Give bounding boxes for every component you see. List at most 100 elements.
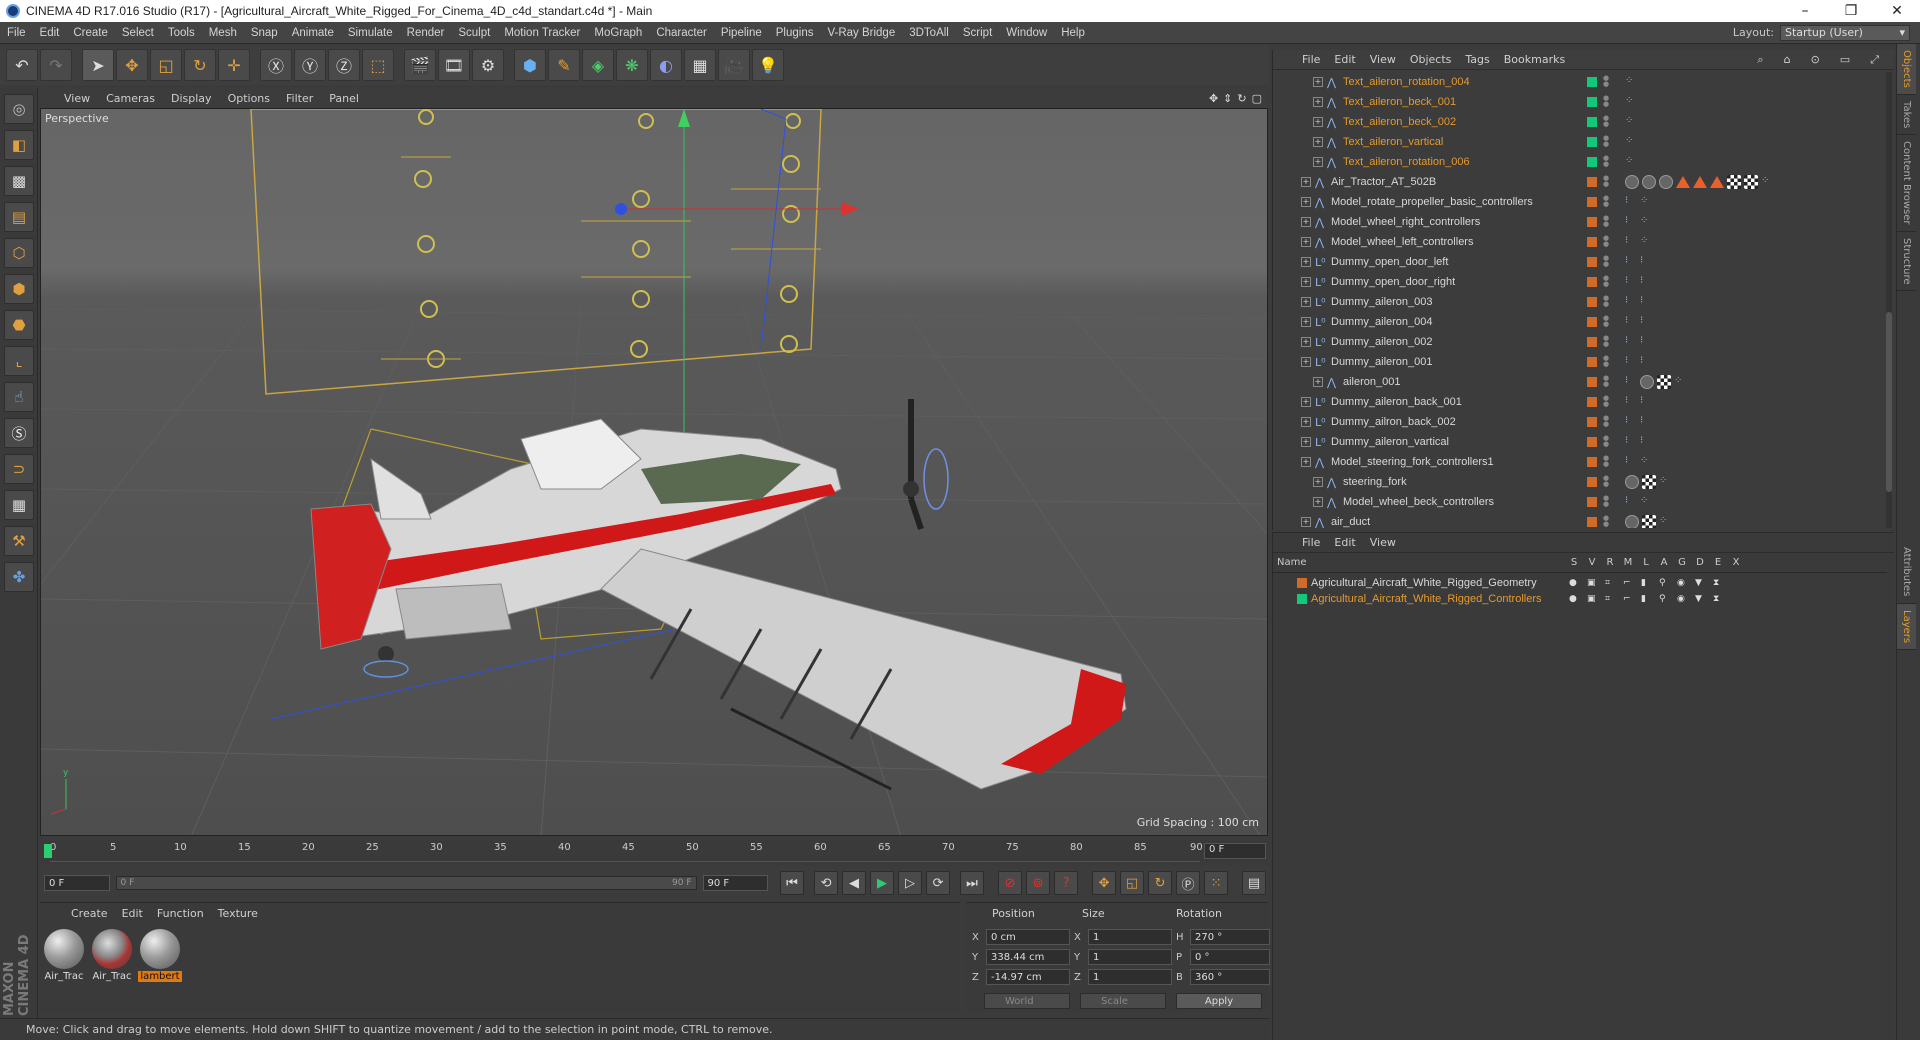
expand-icon[interactable]: ⤢ bbox=[1863, 53, 1886, 67]
expand-toggle-icon[interactable]: + bbox=[1301, 177, 1311, 187]
constraint-tag-icon[interactable]: ⁝ bbox=[1640, 295, 1652, 309]
visibility-dots-icon[interactable]: ● ● bbox=[1603, 515, 1609, 528]
object-row[interactable]: + ⋀ Model_wheel_beck_controllers ● ● ⁝ ⁘ bbox=[1273, 492, 1887, 512]
expand-toggle-icon[interactable]: + bbox=[1301, 397, 1311, 407]
perspective-viewport[interactable]: y Perspective Grid Spacing : 100 cm bbox=[40, 108, 1268, 836]
layer-toggle-icon[interactable]: ⧗ bbox=[1713, 578, 1719, 588]
layer-color-swatch[interactable] bbox=[1587, 177, 1597, 187]
workplane-mode-icon[interactable]: ▤ bbox=[4, 202, 34, 232]
make-editable-icon[interactable]: ◎ bbox=[4, 94, 34, 124]
constraint-tag-icon[interactable]: ⁝ bbox=[1625, 495, 1637, 509]
edges-mode-icon[interactable]: ⬢ bbox=[4, 274, 34, 304]
layer-color-swatch[interactable] bbox=[1587, 157, 1597, 167]
om-menu-objects[interactable]: Objects bbox=[1403, 53, 1459, 66]
menu-pipeline[interactable]: Pipeline bbox=[714, 27, 769, 39]
position-x-field[interactable]: 0 cm bbox=[986, 929, 1070, 945]
texture-tag-icon[interactable] bbox=[1744, 175, 1758, 189]
viewport-menu-cameras[interactable]: Cameras bbox=[98, 92, 163, 105]
expand-toggle-icon[interactable]: + bbox=[1313, 477, 1323, 487]
object-row[interactable]: + ⋀ Text_aileron_beck_002 ● ● ⁘ bbox=[1273, 112, 1887, 132]
material-slot[interactable]: lambert bbox=[138, 929, 182, 982]
menu-tools[interactable]: Tools bbox=[161, 27, 202, 39]
layer-row[interactable]: Agricultural_Aircraft_White_Rigged_Contr… bbox=[1273, 591, 1887, 607]
visibility-dots-icon[interactable]: ● ● bbox=[1603, 275, 1609, 289]
layer-toggle-icon[interactable]: ▣ bbox=[1587, 578, 1596, 588]
texture-tag-icon[interactable] bbox=[1727, 175, 1741, 189]
object-row[interactable]: + L⁰ Dummy_aileron_vartical ● ● ⁝ ⁝ bbox=[1273, 432, 1887, 452]
zoom-icon[interactable]: ⇕ bbox=[1223, 92, 1232, 105]
previous-frame-button[interactable]: ◀ bbox=[842, 871, 867, 895]
om-menu-view[interactable]: View bbox=[1363, 53, 1403, 66]
rotate-tool-button[interactable]: ↻ bbox=[184, 49, 216, 81]
expresso-tag-icon[interactable] bbox=[1625, 475, 1639, 489]
layer-color-swatch[interactable] bbox=[1587, 257, 1597, 267]
object-row[interactable]: + L⁰ Dummy_aileron_002 ● ● ⁝ ⁝ bbox=[1273, 332, 1887, 352]
constraint-tag-icon[interactable]: ⁝ bbox=[1625, 315, 1637, 329]
layer-color-swatch[interactable] bbox=[1587, 117, 1597, 127]
menu-file[interactable]: File bbox=[0, 27, 33, 39]
tab-layers[interactable]: Layers bbox=[1897, 603, 1916, 650]
tweak-mode-icon[interactable]: ☝ bbox=[4, 382, 34, 412]
constraint-tag-icon[interactable]: ⁝ bbox=[1625, 435, 1637, 449]
z-axis-button[interactable]: Ⓩ bbox=[328, 49, 360, 81]
model-mode-icon[interactable]: ◧ bbox=[4, 130, 34, 160]
expresso-tag-icon[interactable] bbox=[1625, 175, 1639, 189]
apply-button[interactable]: Apply bbox=[1176, 993, 1262, 1009]
constraint-tag-icon[interactable]: ⁝ bbox=[1625, 335, 1637, 349]
phong-tag-icon[interactable] bbox=[1693, 176, 1707, 188]
axis-mode-icon[interactable]: ⌞ bbox=[4, 346, 34, 376]
playhead-marker[interactable] bbox=[44, 844, 52, 858]
material-slot[interactable]: Air_Trac bbox=[42, 929, 86, 982]
layer-color-swatch[interactable] bbox=[1587, 517, 1597, 527]
layer-color-swatch[interactable] bbox=[1587, 77, 1597, 87]
constraint-tag-icon[interactable]: ⁝ bbox=[1625, 395, 1637, 409]
ik-tag-icon[interactable]: ⁘ bbox=[1640, 195, 1650, 209]
expand-toggle-icon[interactable]: + bbox=[1301, 197, 1311, 207]
visibility-dots-icon[interactable]: ● ● bbox=[1603, 215, 1609, 229]
end-frame-field[interactable]: 90 F bbox=[702, 875, 769, 891]
size-z-field[interactable]: 1 bbox=[1088, 969, 1172, 985]
autokey-button[interactable]: ⊚ bbox=[1026, 871, 1051, 895]
workplane-lock-icon[interactable]: ⚒ bbox=[4, 526, 34, 556]
object-row[interactable]: + ⋀ Model_steering_fork_controllers1 ● ● ⁝ ⁘ bbox=[1273, 452, 1887, 472]
coordinate-system-button[interactable]: ⬚ bbox=[362, 49, 394, 81]
constraint-tag-icon[interactable]: ⁝ bbox=[1640, 435, 1652, 449]
scrollbar-thumb[interactable] bbox=[1886, 312, 1892, 492]
object-row[interactable]: + L⁰ Dummy_ailron_back_002 ● ● ⁝ ⁝ bbox=[1273, 412, 1887, 432]
object-row[interactable]: + ⋀ Model_rotate_propeller_basic_controlle… bbox=[1273, 192, 1887, 212]
timeline-button[interactable]: ▤ bbox=[1242, 871, 1267, 895]
record-scale-button[interactable]: ◱ bbox=[1120, 871, 1145, 895]
grid-snap-icon[interactable]: ▦ bbox=[4, 490, 34, 520]
menu-window[interactable]: Window bbox=[999, 27, 1054, 39]
select-tool-button[interactable]: ➤ bbox=[82, 49, 114, 81]
y-axis-button[interactable]: Ⓨ bbox=[294, 49, 326, 81]
expand-toggle-icon[interactable]: + bbox=[1301, 357, 1311, 367]
visibility-dots-icon[interactable]: ● ● bbox=[1603, 435, 1609, 449]
constraint-tag-icon[interactable]: ⁝ bbox=[1625, 415, 1637, 429]
live-selection-button[interactable]: ✛ bbox=[218, 49, 250, 81]
magnet-icon[interactable]: ⊃ bbox=[4, 454, 34, 484]
layer-color-swatch[interactable] bbox=[1587, 457, 1597, 467]
tab-content-browser[interactable]: Content Browser bbox=[1897, 135, 1916, 232]
layer-toggle-icon[interactable]: ▼ bbox=[1695, 594, 1702, 604]
visibility-dots-icon[interactable]: ● ● bbox=[1603, 255, 1609, 269]
visibility-dots-icon[interactable]: ● ● bbox=[1603, 475, 1609, 489]
array-button[interactable]: ❋ bbox=[616, 49, 648, 81]
expand-toggle-icon[interactable]: + bbox=[1301, 237, 1311, 247]
expand-toggle-icon[interactable]: + bbox=[1313, 97, 1323, 107]
visibility-dots-icon[interactable]: ● ● bbox=[1603, 95, 1609, 109]
constraint-tag-icon[interactable]: ⁝ bbox=[1640, 335, 1652, 349]
menu-motion-tracker[interactable]: Motion Tracker bbox=[497, 27, 587, 39]
expand-toggle-icon[interactable]: + bbox=[1313, 77, 1323, 87]
go-to-start-button[interactable]: ⏮ bbox=[780, 871, 805, 895]
redo-button[interactable]: ↷ bbox=[40, 49, 72, 81]
object-row[interactable]: + ⋀ aileron_001 ● ● ⁝ ⁘ bbox=[1273, 372, 1887, 392]
tab-attributes[interactable]: Attributes bbox=[1897, 541, 1916, 604]
move-tool-button[interactable]: ✥ bbox=[116, 49, 148, 81]
tab-takes[interactable]: Takes bbox=[1897, 95, 1916, 136]
layer-toggle-icon[interactable]: ◉ bbox=[1677, 578, 1685, 588]
ik-tag-icon[interactable]: ⁘ bbox=[1659, 475, 1669, 489]
ik-tag-icon[interactable]: ⁘ bbox=[1625, 75, 1635, 89]
menu-mesh[interactable]: Mesh bbox=[202, 27, 244, 39]
expand-toggle-icon[interactable]: + bbox=[1301, 437, 1311, 447]
